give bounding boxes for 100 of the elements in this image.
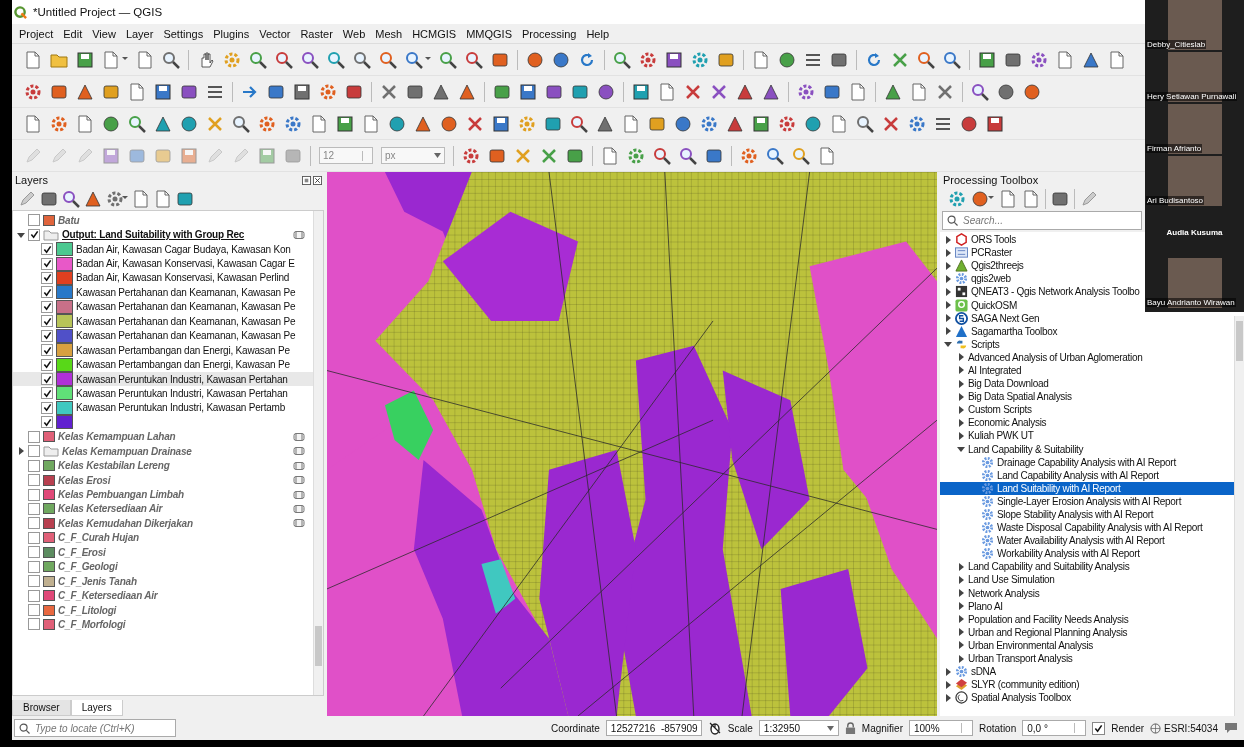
document-icon[interactable] — [24, 50, 42, 69]
square-icon[interactable] — [823, 82, 841, 101]
coordinate-field[interactable]: 12527216 -857909 — [605, 720, 702, 736]
search-field[interactable]: Search... — [942, 211, 1142, 230]
cross-icon[interactable] — [466, 114, 484, 133]
square-icon[interactable] — [1004, 50, 1022, 69]
expand-arrow-icon[interactable] — [957, 589, 965, 598]
gear-icon[interactable] — [778, 114, 796, 133]
expand-arrow-icon[interactable] — [957, 654, 965, 663]
indicator-icon[interactable] — [293, 446, 305, 457]
document-icon[interactable] — [622, 114, 640, 133]
document-icon[interactable] — [132, 190, 150, 208]
scale-dropdown[interactable]: 1:32950 — [758, 720, 839, 736]
square-icon[interactable] — [571, 82, 589, 101]
checkbox[interactable] — [28, 575, 40, 588]
tree-item[interactable]: AI Integrated — [940, 363, 1022, 378]
layer-name[interactable]: Batu — [58, 214, 80, 226]
tree-item[interactable]: Land Capability & Suitability — [940, 442, 1084, 456]
gear-icon[interactable] — [462, 146, 480, 165]
triangle-icon[interactable] — [84, 190, 102, 208]
algorithm-item[interactable]: Drainage Capability Analysis with AI Report — [940, 455, 1176, 469]
cross-icon[interactable] — [540, 146, 558, 165]
tree-item[interactable]: Economic Analysis — [940, 416, 1047, 430]
tree-item[interactable]: QNEAT3 - Qgis Network Analysis Toolbo — [940, 285, 1140, 299]
indicator-icon[interactable] — [293, 503, 305, 514]
checkbox[interactable] — [41, 344, 53, 357]
circle-icon[interactable] — [552, 50, 570, 69]
magnifier-icon[interactable] — [465, 50, 483, 69]
square-icon[interactable] — [488, 146, 506, 165]
document-icon[interactable] — [362, 114, 380, 133]
square-icon[interactable] — [705, 146, 723, 165]
layer-name[interactable]: C_F_Erosi — [58, 546, 106, 558]
circle-icon[interactable] — [440, 114, 458, 133]
expand-arrow-icon[interactable] — [944, 248, 952, 257]
magnifier-icon[interactable] — [653, 146, 671, 165]
checkbox[interactable] — [41, 300, 53, 313]
circle-icon[interactable] — [388, 114, 406, 133]
square-icon[interactable] — [50, 82, 68, 101]
magnifier-icon[interactable] — [128, 114, 146, 133]
expand-arrow-icon[interactable] — [957, 562, 965, 571]
map-drawing[interactable] — [327, 172, 937, 716]
layer-name[interactable]: Kelas Kestabilan Lereng — [58, 460, 170, 472]
checkbox[interactable] — [28, 546, 40, 559]
checkbox[interactable] — [41, 387, 53, 400]
tree-item[interactable]: Advanced Analysis of Urban Aglomeration — [940, 350, 1143, 364]
circle-icon[interactable] — [597, 82, 615, 101]
layer-name[interactable]: Kawasan Pertahanan dan Keamanan, Kawasan Pe — [76, 301, 296, 313]
menu-item[interactable]: Project — [14, 27, 59, 40]
triangle-icon[interactable] — [458, 82, 476, 101]
algorithm-item[interactable]: Water Availability Analysis with AI Report — [940, 534, 1165, 548]
expand-arrow-icon[interactable] — [957, 576, 965, 584]
circle-icon[interactable] — [778, 50, 796, 69]
document-icon[interactable] — [136, 50, 154, 69]
indicator-icon[interactable] — [293, 229, 305, 240]
checkbox[interactable] — [28, 560, 40, 573]
magnifier-icon[interactable] — [232, 114, 250, 133]
expand-arrow-icon[interactable] — [957, 353, 965, 362]
algorithm-item[interactable]: Workability Analysis with AI Report — [940, 547, 1140, 561]
triangle-icon[interactable] — [1082, 50, 1100, 69]
magnifier-icon[interactable] — [613, 50, 631, 69]
checkbox[interactable] — [28, 604, 40, 617]
magnifier-icon[interactable] — [301, 50, 319, 69]
menu-item[interactable]: MMQGIS — [461, 27, 517, 40]
expand-arrow-icon[interactable] — [944, 301, 952, 309]
mouse-icon[interactable] — [707, 721, 722, 735]
tree-item[interactable]: Scripts — [940, 337, 1000, 351]
square-icon[interactable] — [1051, 190, 1069, 208]
rotation-field[interactable]: 0,0 ° — [1022, 720, 1087, 736]
gear-icon[interactable] — [258, 114, 276, 133]
circle-icon[interactable] — [526, 50, 544, 69]
lock-icon[interactable] — [844, 721, 856, 735]
layer-name[interactable]: C_F_Litologi — [58, 604, 117, 616]
checkbox[interactable] — [41, 416, 53, 429]
document-icon[interactable] — [128, 82, 146, 101]
triangle-icon[interactable] — [884, 82, 902, 101]
circle-icon[interactable] — [804, 114, 822, 133]
tree-item[interactable]: SLYR (community edition) — [940, 678, 1080, 692]
layer-name[interactable]: Kawasan Pertahanan dan Keamanan, Kawasan Pe — [76, 315, 296, 327]
expand-arrow-icon[interactable] — [957, 602, 965, 611]
circle-icon[interactable] — [180, 114, 198, 133]
gear-icon[interactable] — [691, 50, 709, 69]
triangle-icon[interactable] — [154, 114, 172, 133]
triangle-icon[interactable] — [432, 82, 450, 101]
checkbox[interactable] — [28, 488, 40, 501]
menu-item[interactable]: Edit — [58, 27, 88, 40]
document-icon[interactable] — [818, 146, 836, 165]
triangle-icon[interactable] — [726, 114, 744, 133]
checkbox[interactable] — [41, 358, 53, 371]
checkbox[interactable] — [28, 589, 40, 602]
document-icon[interactable] — [849, 82, 867, 101]
algorithm-item[interactable]: Slope Stability Analysis with AI Report — [940, 507, 1154, 522]
gear-icon[interactable] — [284, 114, 302, 133]
expand-arrow-icon[interactable] — [957, 628, 965, 637]
expand-arrow-icon[interactable] — [957, 641, 965, 650]
expand-arrow-icon[interactable] — [944, 327, 952, 336]
panel-tab[interactable]: Browser — [12, 700, 71, 716]
magnifier-icon[interactable] — [917, 50, 935, 69]
document-icon[interactable] — [1108, 50, 1126, 69]
document-icon[interactable] — [999, 190, 1017, 208]
expand-arrow-icon[interactable] — [957, 431, 965, 440]
